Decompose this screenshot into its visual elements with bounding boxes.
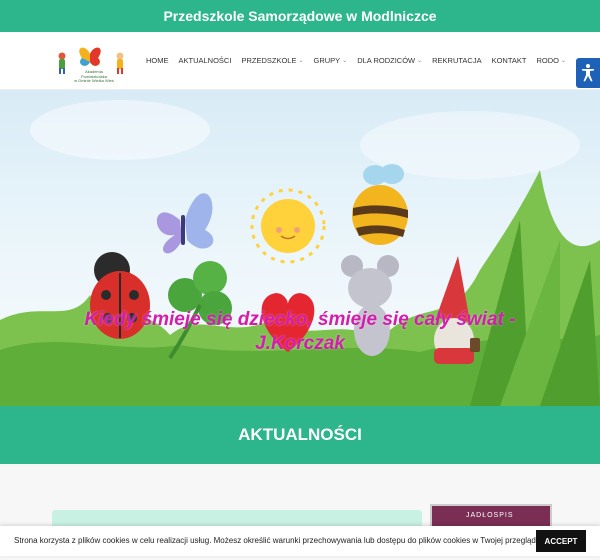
top-title-bar: Przedszkole Samorządowe w Modlniczce bbox=[0, 0, 600, 32]
chevron-down-icon: ⌄ bbox=[417, 58, 423, 64]
nav-item-label: KONTAKT bbox=[491, 56, 527, 65]
chevron-down-icon: ⌄ bbox=[342, 58, 348, 64]
page: Przedszkole Samorządowe w Modlniczce Aka… bbox=[0, 0, 600, 560]
nav-item-dla-rodzicow[interactable]: DLA RODZICÓW ⌄ bbox=[357, 56, 422, 65]
butterfly-icon bbox=[156, 193, 214, 254]
nav-item-aktualnosci[interactable]: AKTUALNOŚCI bbox=[179, 56, 232, 65]
nav-item-label: RODO bbox=[536, 56, 559, 65]
nav-item-label: PRZEDSZKOLE bbox=[241, 56, 297, 65]
nav-item-label: GRUPY bbox=[313, 56, 341, 65]
news-section-header: AKTUALNOŚCI bbox=[0, 406, 600, 464]
bee-icon bbox=[352, 164, 408, 245]
logo-line-2: w Gminie Wielka Wieś bbox=[74, 78, 114, 83]
hero-quote: Kiedy śmieje się dziecko, śmieje się cał… bbox=[84, 309, 516, 354]
site-logo[interactable]: Akademia Przedszkolaka w Gminie Wielka W… bbox=[54, 40, 134, 84]
accessibility-icon bbox=[582, 64, 594, 82]
chevron-down-icon: ⌄ bbox=[560, 58, 566, 64]
nav-menu: HOME AKTUALNOŚCI PRZEDSZKOLE ⌄ GRUPY ⌄ DLA… bbox=[146, 56, 576, 65]
hero-banner: Kiedy śmieje się dziecko, śmieje się cał… bbox=[0, 90, 600, 406]
accessibility-button[interactable] bbox=[576, 58, 600, 88]
main-navbar: Akademia Przedszkolaka w Gminie Wielka W… bbox=[0, 32, 600, 90]
news-section-title: AKTUALNOŚCI bbox=[238, 425, 362, 444]
nav-item-rekrutacja[interactable]: REKRUTACJA bbox=[432, 56, 481, 65]
menu-thumbnail-label: JADŁOSPIS bbox=[466, 512, 514, 519]
chevron-down-icon: ⌄ bbox=[298, 58, 304, 64]
nav-item-przedszkole[interactable]: PRZEDSZKOLE ⌄ bbox=[241, 56, 303, 65]
logo-caption: Akademia Przedszkolaka w Gminie Wielka W… bbox=[74, 69, 114, 84]
nav-item-kontakt[interactable]: KONTAKT bbox=[492, 56, 527, 65]
nav-item-home[interactable]: HOME bbox=[146, 56, 169, 65]
nav-item-label: HOME bbox=[146, 56, 169, 65]
nav-item-label: DLA RODZICÓW bbox=[357, 56, 416, 65]
cookie-accept-button[interactable]: ACCEPT bbox=[536, 530, 586, 552]
sun-icon bbox=[250, 188, 326, 264]
nav-item-grupy[interactable]: GRUPY ⌄ bbox=[313, 56, 347, 65]
cookie-text: Strona korzysta z plików cookies w celu … bbox=[14, 536, 554, 545]
nav-item-rodo[interactable]: RODO ⌄ bbox=[536, 56, 566, 65]
nav-item-label: REKRUTACJA bbox=[432, 56, 482, 65]
nav-item-label: AKTUALNOŚCI bbox=[178, 56, 232, 65]
hero-illustration bbox=[0, 100, 600, 406]
site-title: Przedszkole Samorządowe w Modlniczce bbox=[163, 8, 437, 24]
cookie-bar: Strona korzysta z plików cookies w celu … bbox=[0, 526, 600, 556]
